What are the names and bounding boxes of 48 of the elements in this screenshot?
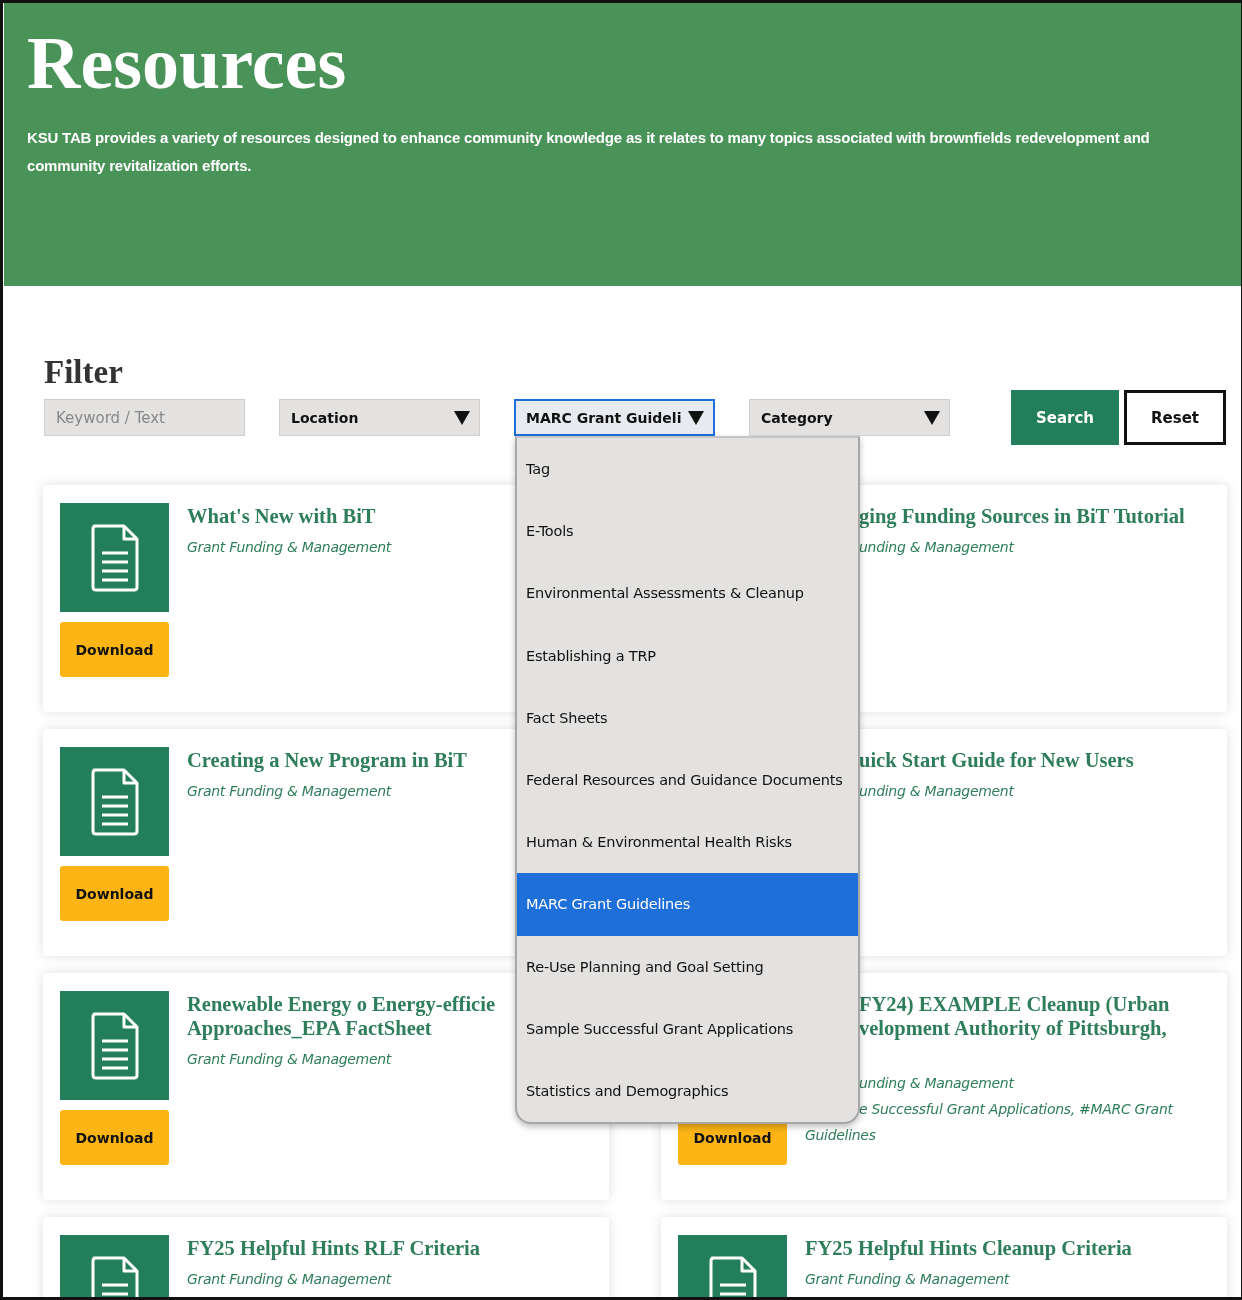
resource-category: unding & Management	[859, 782, 1014, 801]
dropdown-option[interactable]: Tag	[517, 438, 858, 501]
document-icon	[89, 1011, 140, 1080]
download-button[interactable]: Download	[60, 866, 169, 921]
dropdown-option[interactable]: MARC Grant Guidelines	[517, 873, 858, 936]
resource-title[interactable]: velopment Authority of Pittsburgh,	[859, 1016, 1167, 1040]
resource-title[interactable]: FY25 Helpful Hints RLF Criteria	[187, 1236, 481, 1260]
resource-category: Grant Funding & Management	[187, 1050, 391, 1069]
select-value: Location	[291, 409, 359, 426]
resource-title[interactable]: Renewable Energy o Energy-efficie	[187, 992, 495, 1016]
resource-title[interactable]: What's New with BiT	[187, 504, 376, 528]
resource-title[interactable]: Creating a New Program in BiT	[187, 748, 467, 772]
resource-category: unding & Management	[859, 1074, 1014, 1093]
page-title: Resources	[27, 25, 347, 101]
reset-button[interactable]: Reset	[1124, 390, 1226, 445]
resource-category: Grant Funding & Management	[187, 1270, 391, 1289]
dropdown-select[interactable]: Category	[749, 399, 950, 436]
dropdown-option[interactable]: Environmental Assessments & Cleanup	[517, 562, 858, 625]
dropdown-option[interactable]: Fact Sheets	[517, 686, 858, 749]
dropdown-option[interactable]: Human & Environmental Health Risks	[517, 811, 858, 874]
caret-icon	[924, 410, 940, 425]
resource-category: Grant Funding & Management	[805, 1270, 1009, 1289]
dropdown-option[interactable]: Re-Use Planning and Goal Setting	[517, 935, 858, 998]
dropdown-option[interactable]: Establishing a TRP	[517, 624, 858, 687]
download-button[interactable]: Download	[60, 622, 169, 677]
resource-title[interactable]: uick Start Guide for New Users	[859, 748, 1134, 772]
resource-title[interactable]: Approaches_EPA FactSheet	[187, 1016, 432, 1040]
resource-title[interactable]: ging Funding Sources in BiT Tutorial	[859, 504, 1185, 528]
keyword-field[interactable]: Keyword / Text	[44, 399, 245, 436]
dropdown-option[interactable]: E-Tools	[517, 500, 858, 563]
resource-category: Grant Funding & Management	[187, 782, 391, 801]
document-icon	[89, 767, 140, 836]
select-value: MARC Grant Guideli	[526, 409, 682, 426]
dropdown-select[interactable]: Location	[279, 399, 480, 436]
dropdown-option[interactable]: Sample Successful Grant Applications	[517, 997, 858, 1060]
dropdown-option[interactable]: Federal Resources and Guidance Documents	[517, 748, 858, 812]
resource-category: unding & Management	[859, 538, 1014, 557]
select-value: Category	[761, 409, 833, 426]
page-description: KSU TAB provides a variety of resources designed to enhance community knowledge as it relates to many topics associated with brownfields redevelopment and community revitalization efforts.	[27, 128, 1151, 176]
resource-title[interactable]: FY24) EXAMPLE Cleanup (Urban	[859, 992, 1170, 1016]
caret-icon	[688, 410, 704, 425]
download-button[interactable]: Download	[60, 1110, 169, 1165]
filter-heading: Filter	[44, 354, 123, 390]
caret-icon	[454, 410, 470, 425]
resource-category: Grant Funding & Management	[187, 538, 391, 557]
search-button[interactable]: Search	[1011, 390, 1119, 445]
document-icon	[89, 523, 140, 592]
resource-title[interactable]: FY25 Helpful Hints Cleanup Criteria	[805, 1236, 1132, 1260]
